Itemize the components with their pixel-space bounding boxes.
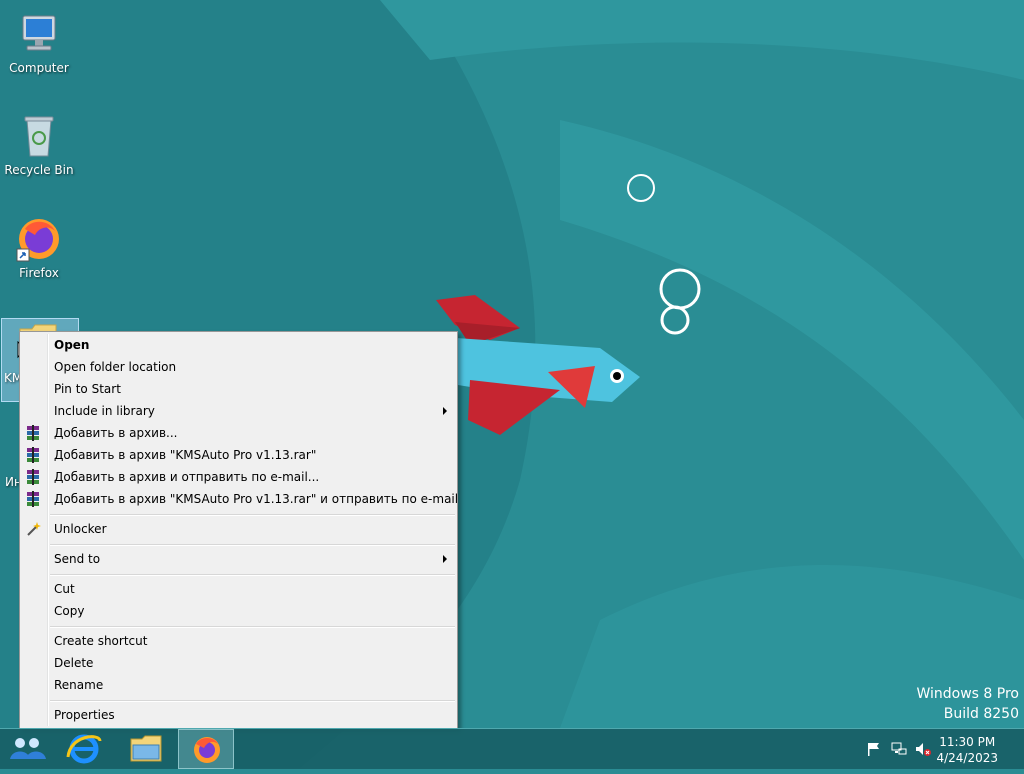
computer-icon [15, 10, 63, 58]
menu-item-rar-add-named-email[interactable]: Добавить в архив "KMSAuto Pro v1.13.rar"… [22, 488, 458, 510]
menu-item-unlocker[interactable]: Unlocker [22, 518, 455, 540]
winrar-icon [27, 491, 39, 507]
menu-separator [50, 544, 455, 546]
desktop-icon-label: Recycle Bin [4, 163, 74, 177]
menu-item-rename[interactable]: Rename [22, 674, 455, 696]
menu-separator [50, 574, 455, 576]
desktop-icon-label: Firefox [19, 266, 59, 280]
file-explorer-icon [130, 735, 162, 762]
clock-date: 4/24/2023 [936, 751, 998, 765]
taskbar-clock[interactable]: 11:30 PM 4/24/2023 [936, 734, 998, 766]
winrar-icon [27, 469, 39, 485]
start-people-icon [10, 738, 46, 759]
desktop-icon-firefox[interactable]: Firefox [1, 215, 77, 280]
menu-item-copy[interactable]: Copy [22, 600, 455, 622]
submenu-arrow-icon [443, 555, 447, 563]
os-watermark: Windows 8 Pro Build 8250 [916, 684, 1019, 724]
taskbar-internet-explorer[interactable] [56, 729, 112, 769]
menu-item-open[interactable]: Open [22, 334, 455, 356]
winrar-icon [27, 447, 39, 463]
action-center-flag-icon[interactable] [866, 741, 882, 757]
menu-item-create-shortcut[interactable]: Create shortcut [22, 630, 455, 652]
firefox-icon [15, 215, 63, 263]
network-icon[interactable] [891, 741, 907, 757]
menu-item-rar-add-email[interactable]: Добавить в архив и отправить по e-mail..… [22, 466, 455, 488]
internet-explorer-icon [66, 734, 102, 764]
menu-separator [50, 700, 455, 702]
menu-item-rar-add[interactable]: Добавить в архив... [22, 422, 455, 444]
watermark-edition: Windows 8 Pro [916, 686, 1019, 702]
clock-time: 11:30 PM [939, 735, 996, 749]
menu-separator [50, 514, 455, 516]
context-menu: Open Open folder location Pin to Start I… [19, 331, 458, 729]
winrar-icon [27, 425, 39, 441]
taskbar-firefox[interactable] [178, 729, 234, 769]
menu-item-send-to[interactable]: Send to [22, 548, 455, 570]
menu-item-open-folder-location[interactable]: Open folder location [22, 356, 455, 378]
firefox-icon [194, 737, 220, 763]
taskbar-start-button[interactable] [0, 729, 56, 769]
menu-separator [50, 626, 455, 628]
recycle-bin-icon [15, 112, 63, 160]
menu-item-pin-to-start[interactable]: Pin to Start [22, 378, 455, 400]
magic-wand-icon [27, 522, 41, 536]
watermark-build: Build 8250 [943, 706, 1019, 722]
submenu-arrow-icon [443, 407, 447, 415]
speaker-muted-icon[interactable] [915, 741, 931, 757]
menu-item-rar-add-named[interactable]: Добавить в архив "KMSAuto Pro v1.13.rar" [22, 444, 455, 466]
desktop-icon-label: Computer [9, 61, 69, 75]
desktop-icon-recycle-bin[interactable]: Recycle Bin [1, 112, 77, 177]
menu-item-delete[interactable]: Delete [22, 652, 455, 674]
menu-item-properties[interactable]: Properties [22, 704, 455, 726]
desktop-icon-computer[interactable]: Computer [1, 10, 77, 75]
menu-item-include-in-library[interactable]: Include in library [22, 400, 455, 422]
taskbar: 11:30 PM 4/24/2023 [0, 728, 1024, 769]
menu-item-cut[interactable]: Cut [22, 578, 455, 600]
taskbar-file-explorer[interactable] [118, 729, 174, 769]
